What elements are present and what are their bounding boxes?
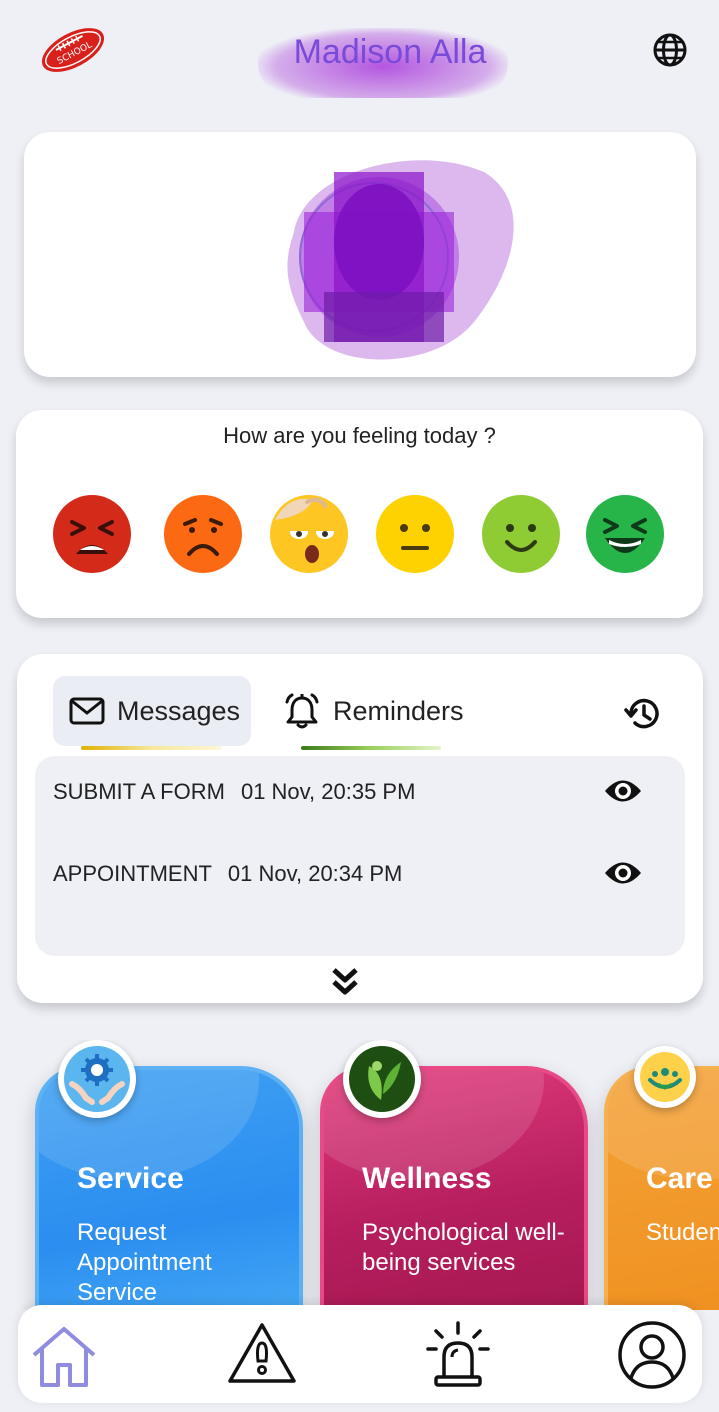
messages-card: Messages Reminders SUBMIT A FORM 01 Nov,… [17,654,703,1003]
siren-icon[interactable] [422,1319,494,1391]
service-description: Student team [646,1219,719,1246]
alarm-icon [285,693,319,729]
tired-emoji-icon[interactable] [269,494,349,574]
wellness-leaf-icon [343,1040,421,1118]
mood-card: How are you feeling today ? [16,410,703,618]
message-title: SUBMIT A FORM [53,779,225,804]
globe-icon[interactable] [650,30,690,70]
mail-icon [69,697,105,725]
service-description: Psychological well-being services [362,1219,565,1276]
top-bar: SCHOOL Madison Alla [0,0,719,110]
tab-messages[interactable]: Messages [53,676,251,746]
history-icon[interactable] [623,694,663,734]
profile-icon[interactable] [616,1319,688,1391]
service-gear-hands-icon [58,1040,136,1118]
tab-messages-underline [81,746,221,750]
tab-messages-label: Messages [117,695,241,726]
eye-icon[interactable] [603,776,643,806]
avatar[interactable] [264,152,534,372]
very-angry-emoji-icon[interactable] [52,494,132,574]
care-people-icon [634,1046,696,1108]
message-time: 01 Nov, 20:34 PM [227,861,403,886]
service-title: Wellness [362,1162,492,1195]
very-happy-emoji-icon[interactable] [585,494,665,574]
service-description: Request Appointment Service [77,1219,212,1306]
neutral-emoji-icon[interactable] [375,494,455,574]
alert-icon[interactable] [226,1319,298,1391]
tab-reminders-underline [301,746,441,750]
mood-question: How are you feeling today ? [223,423,496,448]
user-name: Madison Alla [258,28,510,98]
profile-card [24,132,696,377]
list-item[interactable]: SUBMIT A FORM 01 Nov, 20:35 PM [53,772,663,812]
list-item[interactable]: APPOINTMENT 01 Nov, 20:34 PM [53,854,663,894]
message-list: SUBMIT A FORM 01 Nov, 20:35 PM APPOINTME… [35,756,685,956]
tab-reminders[interactable]: Reminders [279,676,479,746]
message-time: 01 Nov, 20:35 PM [240,779,416,804]
sad-emoji-icon[interactable] [163,494,243,574]
bottom-nav [18,1305,702,1403]
eye-icon[interactable] [603,858,643,888]
message-title: APPOINTMENT [53,861,212,886]
chevron-double-down-icon[interactable] [331,966,359,998]
service-title: Service [77,1162,184,1195]
service-title: Care [646,1162,713,1195]
school-logo: SCHOOL [36,22,110,78]
tab-reminders-label: Reminders [333,695,464,726]
service-carousel[interactable]: Service Request Appointment Service Well… [0,1040,719,1310]
home-icon[interactable] [28,1319,100,1391]
happy-emoji-icon[interactable] [481,494,561,574]
